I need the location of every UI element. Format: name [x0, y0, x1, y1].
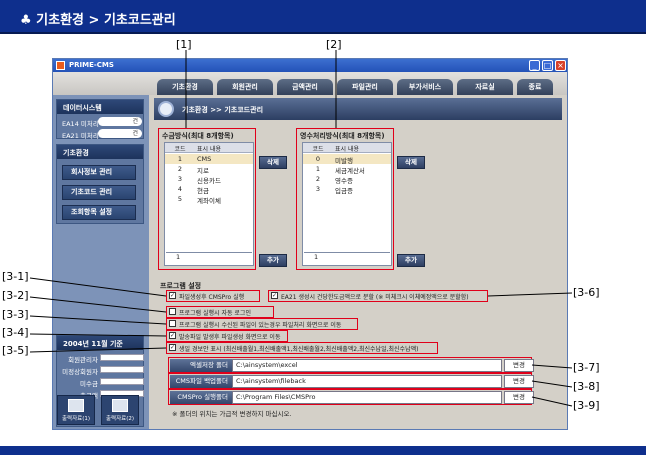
- callout-1: [1]: [176, 38, 192, 51]
- callout-3-8: [3-8]: [573, 380, 600, 393]
- callout-3-5: [3-5]: [2, 344, 29, 357]
- callout-3-6: [3-6]: [573, 286, 600, 299]
- callout-3-3: [3-3]: [2, 308, 29, 321]
- callout-2: [2]: [326, 38, 342, 51]
- callout-3-7: [3-7]: [573, 361, 600, 374]
- callout-3-4: [3-4]: [2, 326, 29, 339]
- callout-leader-lines: [29, 50, 573, 407]
- callout-3-2: [3-2]: [2, 289, 29, 302]
- callout-3-9: [3-9]: [573, 399, 600, 412]
- callout-3-1: [3-1]: [2, 270, 29, 283]
